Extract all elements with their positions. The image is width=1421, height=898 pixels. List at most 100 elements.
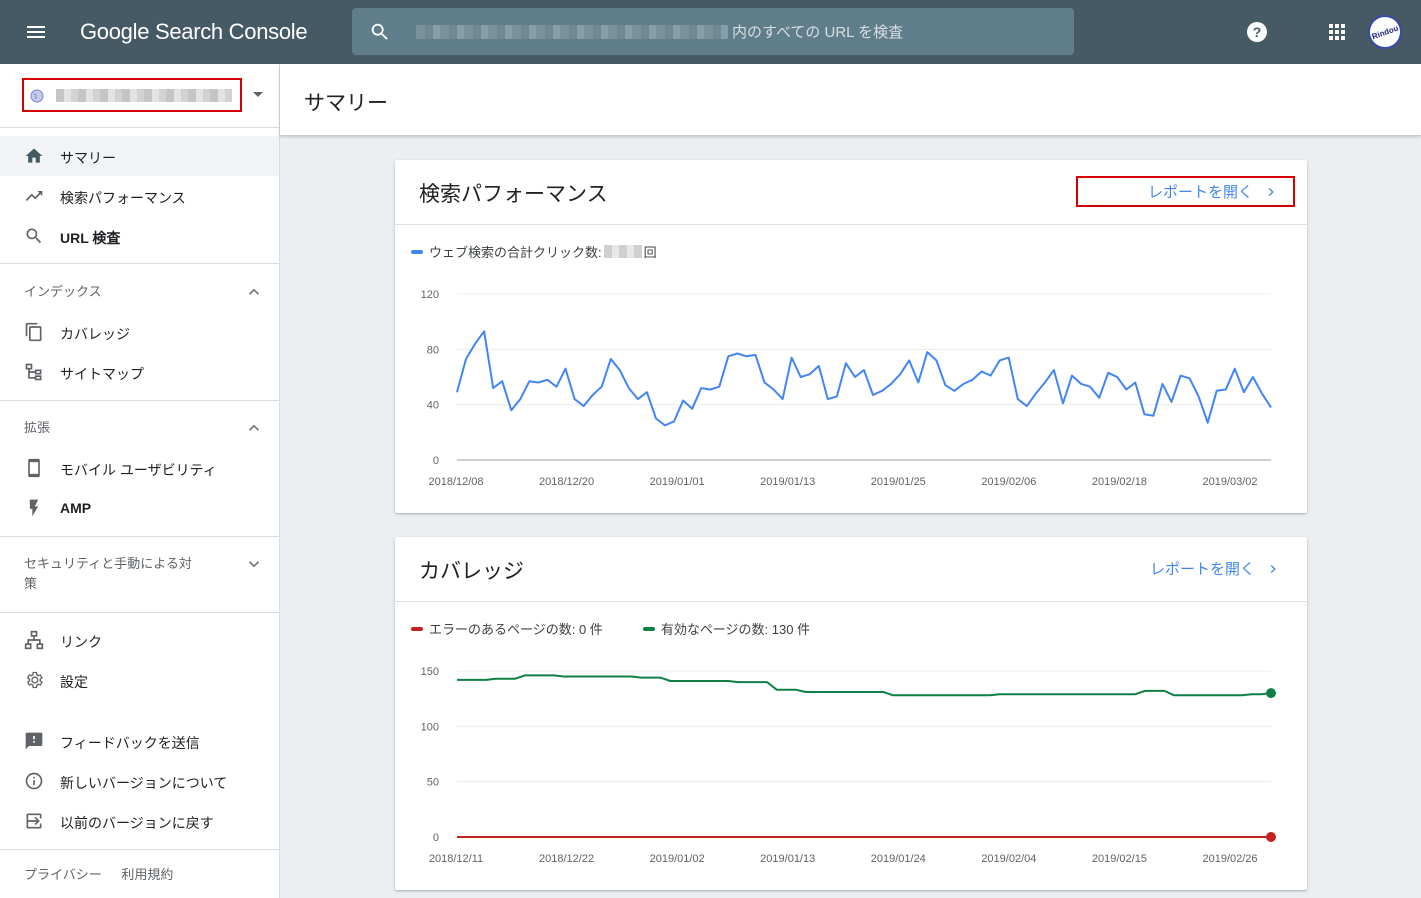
legend-label-valid: 有効なページの数: 130 件 bbox=[660, 622, 811, 637]
divider bbox=[0, 263, 279, 264]
section-security[interactable]: セキュリティと手動による対 策 bbox=[0, 554, 279, 594]
sidebar-item-label: サイトマップ bbox=[60, 366, 144, 382]
chevron-down-icon bbox=[244, 554, 264, 574]
coverage-card: カバレッジ レポートを開く エラーのあるページの数: 0 件 有効なページの数:… bbox=[395, 537, 1307, 890]
avatar[interactable]: Rindou bbox=[1363, 10, 1407, 54]
menu-icon[interactable] bbox=[24, 20, 48, 44]
legend-swatch bbox=[411, 249, 423, 254]
series-line bbox=[456, 330, 1272, 427]
coverage-chart: 0 50 100 150 2018/12/11 2018/12/22 2019/01/02 2… bbox=[421, 666, 1276, 865]
y-tick-label: 150 bbox=[421, 666, 439, 678]
divider bbox=[0, 127, 279, 128]
divider bbox=[0, 400, 279, 401]
divider bbox=[395, 601, 1307, 602]
legend-suffix: 回 bbox=[643, 245, 657, 260]
sidebar-item-label: モバイル ユーザビリティ bbox=[60, 462, 217, 478]
property-dropdown-icon[interactable] bbox=[253, 92, 263, 97]
section-label: 拡張 bbox=[24, 420, 51, 435]
x-tick-label: 2019/02/18 bbox=[1092, 476, 1147, 488]
sidebar-item-label: サマリー bbox=[60, 150, 116, 166]
sidebar-item-label: フィードバックを送信 bbox=[60, 735, 200, 751]
feedback-icon bbox=[24, 731, 44, 751]
open-report-link[interactable]: レポートを開く bbox=[1076, 176, 1295, 207]
sidebar-item-label: リンク bbox=[60, 634, 102, 650]
sidebar-item-old-version[interactable]: 以前のバージョンに戻す bbox=[0, 801, 279, 841]
apps-grid-icon[interactable] bbox=[1325, 20, 1349, 44]
sitemap-icon bbox=[24, 362, 44, 382]
y-tick-label: 0 bbox=[433, 455, 439, 467]
x-tick-label: 2019/02/15 bbox=[1092, 853, 1147, 865]
blurred-property-url bbox=[416, 25, 728, 39]
x-tick-label: 2019/03/02 bbox=[1202, 476, 1257, 488]
sidebar-item-mobile-usability[interactable]: モバイル ユーザビリティ bbox=[0, 448, 279, 488]
section-enhancements[interactable]: 拡張 bbox=[0, 418, 279, 438]
y-tick-label: 50 bbox=[427, 777, 439, 789]
globe-icon bbox=[30, 89, 44, 103]
info-icon bbox=[24, 771, 44, 791]
x-tick-label: 2018/12/11 bbox=[429, 853, 483, 865]
section-index[interactable]: インデックス bbox=[0, 282, 279, 302]
privacy-link[interactable]: プライバシー bbox=[24, 867, 102, 882]
y-tick-label: 0 bbox=[433, 832, 439, 844]
sidebar-item-url-inspection[interactable]: URL 検査 bbox=[0, 216, 279, 256]
sidebar-item-label: 検索パフォーマンス bbox=[60, 190, 186, 206]
sidebar-item-links[interactable]: リンク bbox=[0, 620, 279, 660]
section-label: インデックス bbox=[24, 284, 102, 299]
top-app-bar: Google Search Console ? Rindou bbox=[0, 0, 1421, 64]
sidebar-item-label: 設定 bbox=[60, 674, 88, 690]
chart-legend: ウェブ検索の合計クリック数: 回 bbox=[411, 242, 657, 261]
divider bbox=[395, 224, 1307, 225]
trending-up-icon bbox=[24, 186, 44, 206]
x-tick-label: 2019/01/01 bbox=[650, 476, 705, 488]
y-tick-label: 80 bbox=[427, 344, 439, 356]
x-tick-label: 2019/02/04 bbox=[981, 853, 1036, 865]
series-end-point bbox=[1266, 832, 1276, 842]
chevron-right-icon bbox=[1263, 184, 1279, 200]
card-title: 検索パフォーマンス bbox=[419, 183, 608, 206]
sidebar: サマリー 検索パフォーマンス URL 検査 インデックス カバレッジ サイトマッ… bbox=[0, 64, 280, 898]
sidebar-item-label: URL 検査 bbox=[60, 230, 121, 246]
terms-link[interactable]: 利用規約 bbox=[121, 867, 173, 882]
home-icon bbox=[24, 146, 44, 166]
sidebar-item-amp[interactable]: AMP bbox=[0, 488, 279, 528]
search-input[interactable] bbox=[732, 20, 1052, 44]
sidebar-item-search-performance[interactable]: 検索パフォーマンス bbox=[0, 176, 279, 216]
svg-text:?: ? bbox=[1253, 24, 1262, 40]
chart-legend: エラーのあるページの数: 0 件 有効なページの数: 130 件 bbox=[411, 619, 810, 638]
chevron-up-icon bbox=[244, 418, 264, 438]
page-header: サマリー bbox=[280, 64, 1421, 135]
sidebar-item-label: AMP bbox=[60, 500, 92, 516]
search-icon[interactable] bbox=[369, 21, 391, 43]
help-icon[interactable]: ? bbox=[1245, 20, 1269, 44]
sidebar-item-settings[interactable]: 設定 bbox=[0, 660, 279, 700]
url-inspection-search[interactable] bbox=[352, 8, 1074, 55]
sidebar-item-summary[interactable]: サマリー bbox=[0, 136, 279, 176]
app-brand[interactable]: Google Search Console bbox=[80, 19, 308, 45]
page-title: サマリー bbox=[304, 92, 388, 115]
sidebar-item-sitemaps[interactable]: サイトマップ bbox=[0, 352, 279, 392]
sidebar-item-about-new-version[interactable]: 新しいバージョンについて bbox=[0, 761, 279, 801]
property-selector[interactable] bbox=[22, 78, 242, 112]
sidebar-item-feedback[interactable]: フィードバックを送信 bbox=[0, 721, 279, 761]
chevron-right-icon bbox=[1265, 561, 1281, 577]
gear-icon bbox=[24, 670, 44, 690]
chevron-up-icon bbox=[244, 282, 264, 302]
sidebar-item-label: カバレッジ bbox=[60, 326, 130, 342]
open-report-link[interactable]: レポートを開く bbox=[1076, 553, 1295, 584]
performance-chart: 0 40 80 120 2018/12/08 2018/12/20 2019/01/01 20… bbox=[421, 289, 1272, 488]
search-icon bbox=[24, 226, 44, 246]
x-tick-label: 2019/01/25 bbox=[871, 476, 926, 488]
y-tick-label: 40 bbox=[427, 400, 439, 412]
blurred-property-name bbox=[56, 89, 232, 102]
blurred-click-count bbox=[603, 245, 642, 258]
section-label: セキュリティと手動による対 bbox=[24, 556, 192, 571]
legend-label-error: エラーのあるページの数: 0 件 bbox=[429, 622, 603, 637]
x-tick-label: 2018/12/20 bbox=[539, 476, 594, 488]
section-label-continued: 策 bbox=[24, 576, 38, 591]
flash-icon bbox=[24, 498, 44, 518]
card-title: カバレッジ bbox=[419, 560, 524, 583]
divider bbox=[0, 612, 279, 613]
y-tick-label: 120 bbox=[421, 289, 439, 301]
sidebar-item-coverage[interactable]: カバレッジ bbox=[0, 312, 279, 352]
legend-swatch-valid bbox=[642, 626, 655, 631]
